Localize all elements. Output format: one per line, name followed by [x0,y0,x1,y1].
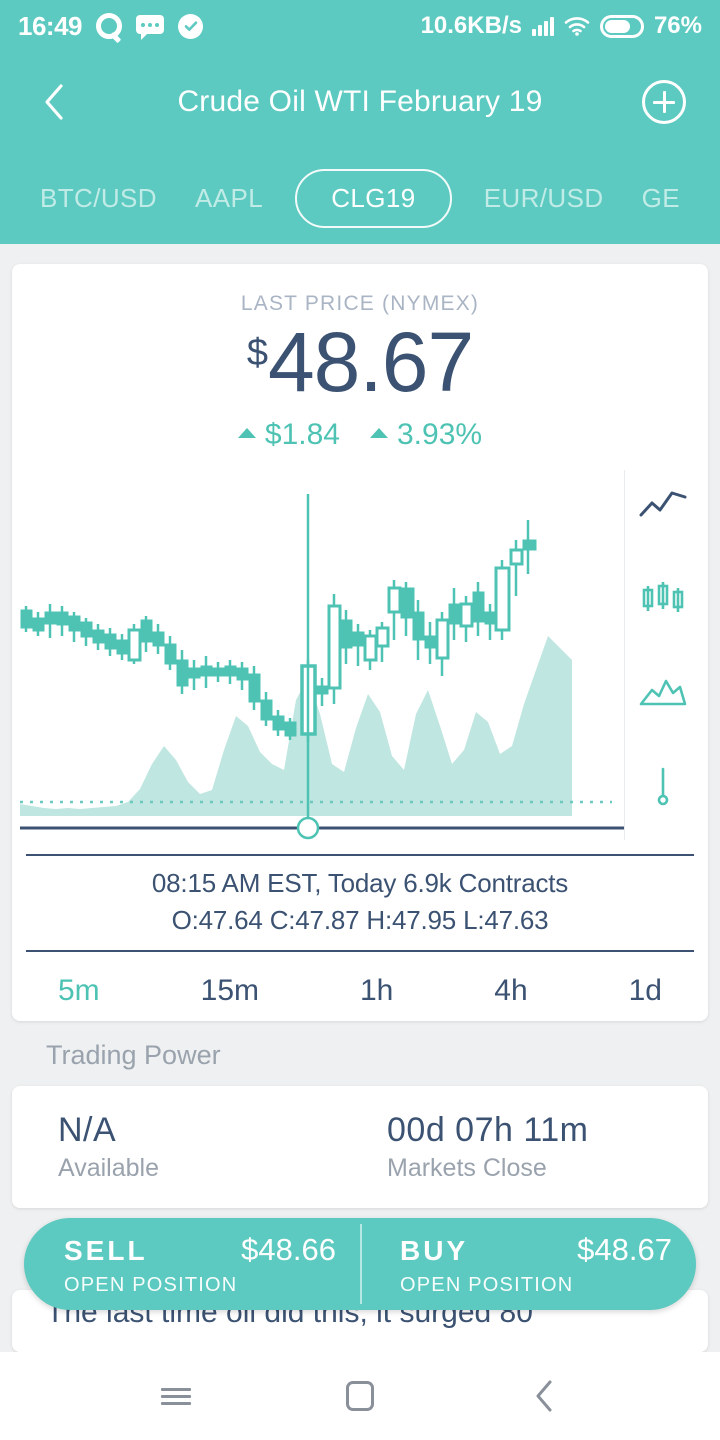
symbol-tabs: BTC/USD AAPL CLG19 EUR/USD GE [0,152,720,244]
change-percent: 3.93% [370,418,482,452]
buy-sublabel: OPEN POSITION [400,1274,672,1297]
change-absolute: $1.84 [238,418,340,452]
ohlc-values: O:47.64 C:47.87 H:47.95 L:47.63 [26,905,694,936]
plus-circle-icon[interactable] [642,80,686,124]
tab-ge[interactable]: GE [636,171,686,226]
caret-up-icon-pct [370,428,388,438]
markets-close-column: 00d 07h 11m Markets Close [379,1111,708,1183]
last-price-label: LAST PRICE (NYMEX) [12,292,708,316]
available-value: N/A [58,1111,379,1150]
chart-card: LAST PRICE (NYMEX) $ 48.67 $1.84 3.93% [12,264,708,1021]
change-absolute-value: $1.84 [265,418,340,452]
line-chart-icon[interactable] [635,476,691,532]
candle-series [21,520,536,742]
header-top-row: Crude Oil WTI February 19 [0,52,720,152]
marker-pin-icon[interactable] [635,758,691,814]
cellular-signal-icon [532,16,554,36]
page-title: Crude Oil WTI February 19 [0,85,720,119]
trading-power-title: Trading Power [46,1040,221,1071]
timeframe-selector: 5m 15m 1h 4h 1d [12,952,708,1021]
status-bar-right: 10.6KB/s 76% [421,12,702,40]
caret-up-icon [238,428,256,438]
timeframe-1h[interactable]: 1h [360,974,393,1008]
timeframe-15m[interactable]: 15m [201,974,259,1008]
status-bar-left: 16:49 [18,11,203,42]
q-app-icon [96,13,122,39]
timeframe-4h[interactable]: 4h [494,974,527,1008]
sell-price: $48.66 [241,1232,336,1268]
price-change-row: $1.84 3.93% [12,418,708,452]
available-label: Available [58,1154,379,1183]
available-column: N/A Available [12,1111,379,1183]
timeframe-1d[interactable]: 1d [629,974,662,1008]
timeframe-5m[interactable]: 5m [58,974,100,1008]
chat-icon [136,15,164,37]
trading-power-card: N/A Available 00d 07h 11m Markets Close [12,1086,708,1208]
chart-type-toolbar [624,470,700,840]
wifi-icon [564,16,590,36]
area-chart-icon[interactable] [635,664,691,720]
buy-label: BUY [400,1235,468,1267]
back-chevron-icon[interactable] [34,82,74,122]
ohlc-time-volume: 08:15 AM EST, Today 6.9k Contracts [26,868,694,899]
sell-sublabel: OPEN POSITION [64,1274,336,1297]
android-navigation-bar [0,1352,720,1440]
tab-clg19[interactable]: CLG19 [295,169,451,228]
markets-close-value: 00d 07h 11m [387,1111,708,1150]
trading-app-screen: 16:49 10.6KB/s 76% [0,0,720,1440]
trade-action-bar: SELL $48.66 OPEN POSITION BUY $48.67 OPE… [24,1218,696,1310]
change-percent-value: 3.93% [397,418,482,452]
ohlc-readout: 08:15 AM EST, Today 6.9k Contracts O:47.… [26,854,694,952]
tab-aapl[interactable]: AAPL [189,171,269,226]
recents-icon[interactable] [148,1368,204,1424]
back-icon[interactable] [516,1368,572,1424]
buy-button[interactable]: BUY $48.67 OPEN POSITION [362,1218,696,1310]
crosshair-handle [298,818,318,838]
battery-icon [600,15,644,38]
chart-canvas[interactable] [12,464,632,854]
price-number: 48.67 [268,320,473,404]
sell-label: SELL [64,1235,148,1267]
last-price-value: $ 48.67 [12,320,708,404]
tab-btcusd[interactable]: BTC/USD [34,171,163,226]
markets-close-label: Markets Close [387,1154,708,1183]
status-bar: 16:49 10.6KB/s 76% [0,0,720,52]
status-time: 16:49 [18,11,82,42]
quote-block: LAST PRICE (NYMEX) $ 48.67 $1.84 3.93% [12,264,708,452]
candlestick-chart-icon[interactable] [635,570,691,626]
currency-symbol: $ [247,334,268,372]
app-header: Crude Oil WTI February 19 BTC/USD AAPL C… [0,52,720,244]
price-chart[interactable] [12,464,708,854]
check-circle-icon [178,14,203,39]
home-icon[interactable] [332,1368,388,1424]
tab-eurusd[interactable]: EUR/USD [478,171,610,226]
battery-percent: 76% [654,12,702,40]
network-speed: 10.6KB/s [421,12,522,40]
buy-price: $48.67 [577,1232,672,1268]
sell-button[interactable]: SELL $48.66 OPEN POSITION [24,1218,360,1310]
